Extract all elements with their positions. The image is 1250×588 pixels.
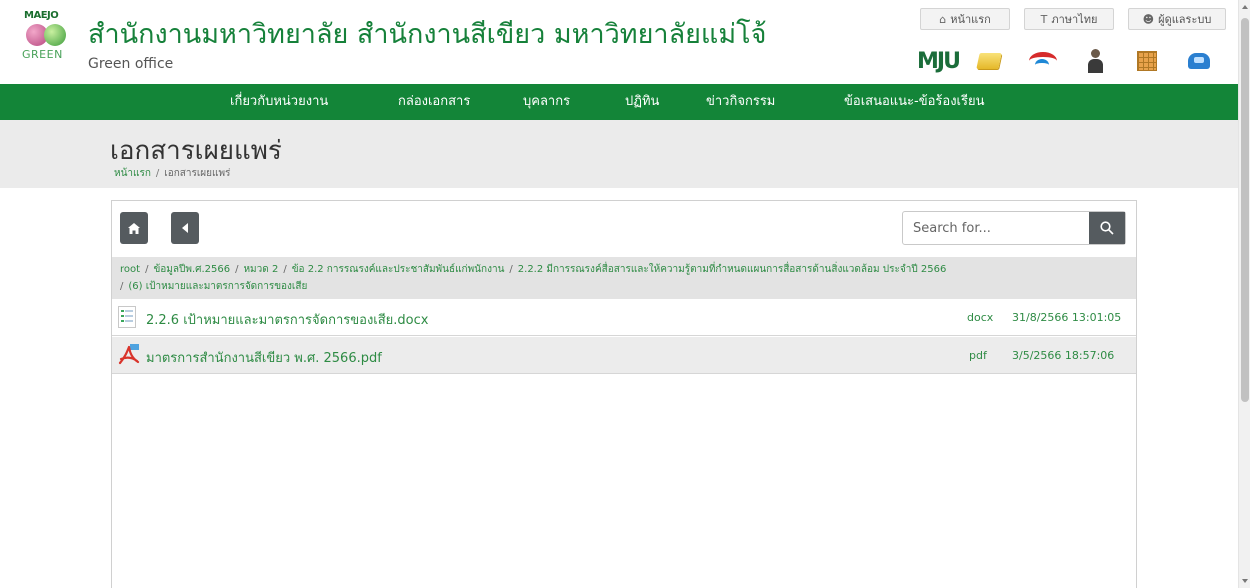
user-outline-icon: ☻ [1142, 12, 1155, 26]
breadcrumb-current: เอกสารเผยแพร่ [164, 168, 231, 179]
file-name[interactable]: 2.2.6 เป้าหมายและมาตรการจัดการของเสีย.do… [146, 309, 428, 330]
root-home-button[interactable] [120, 212, 148, 244]
main-nav: เกี่ยวกับหน่วยงาน กล่องเอกสาร บุคลากร ปฏ… [0, 84, 1238, 120]
admin-button-label: ผู้ดูแลระบบ [1158, 13, 1212, 26]
nav-item-feedback[interactable]: ข้อเสนอแนะ-ข้อร้องเรียน [844, 84, 984, 120]
path-crumb[interactable]: (6) เป้าหมายและมาตรการจัดการของเสีย [128, 281, 307, 292]
search-box [902, 211, 1126, 245]
page-header: เอกสารเผยแพร่ หน้าแรก / เอกสารเผยแพร่ [0, 120, 1238, 188]
page-title: เอกสารเผยแพร่ [110, 136, 282, 166]
path-crumb[interactable]: 2.2.2 มีการรณรงค์สื่อสารและให้ความรู้ตาม… [518, 264, 947, 275]
triangle-left-icon [182, 223, 188, 233]
file-row[interactable]: 2.2.6 เป้าหมายและมาตรการจัดการของเสีย.do… [112, 299, 1136, 336]
file-type: docx [967, 311, 994, 324]
nav-item-about[interactable]: เกี่ยวกับหน่วยงาน [230, 84, 328, 120]
mju-logo-text: MJU [917, 48, 961, 74]
home-button-label: หน้าแรก [950, 13, 991, 26]
logo-text-top: MAEJO [24, 10, 59, 21]
site-subtitle: Green office [88, 56, 174, 72]
text-icon: T [1040, 12, 1048, 26]
language-button-label: ภาษาไทย [1051, 13, 1098, 26]
file-date: 31/8/2566 13:01:05 [1012, 311, 1122, 324]
file-manager-toolbar [112, 201, 1136, 257]
file-manager: root/ข้อมูลปีพ.ศ.2566/หมวด 2/ข้อ 2.2 การ… [111, 200, 1137, 588]
search-button[interactable] [1089, 212, 1125, 244]
docx-icon [118, 306, 136, 328]
quick-icon-bar: MJU [916, 46, 1226, 78]
calendar-icon[interactable] [1132, 46, 1162, 76]
scroll-up-icon[interactable] [1242, 5, 1248, 9]
folder-icon[interactable] [974, 46, 1004, 76]
maejo-green-logo[interactable]: MAEJO GREEN [20, 10, 72, 66]
nav-item-documents[interactable]: กล่องเอกสาร [398, 84, 470, 120]
phone-icon[interactable] [1184, 46, 1214, 76]
nav-item-staff[interactable]: บุคลากร [523, 84, 570, 120]
back-button[interactable] [171, 212, 199, 244]
path-crumb[interactable]: ข้อ 2.2 การรณรงค์และประชาสัมพันธ์แก่พนัก… [292, 264, 505, 275]
scroll-down-icon[interactable] [1242, 579, 1248, 583]
file-name[interactable]: มาตรการสำนักงานสีเขียว พ.ศ. 2566.pdf [146, 347, 382, 368]
nav-item-news[interactable]: ข่าวกิจกรรม [706, 84, 775, 120]
mju-logo-icon[interactable]: MJU [917, 46, 961, 76]
home-icon [128, 222, 140, 234]
pdf-icon [118, 344, 140, 365]
language-button[interactable]: T ภาษาไทย [1024, 8, 1114, 30]
logo-text-bottom: GREEN [22, 48, 63, 61]
site-header: MAEJO GREEN สำนักงานมหาวิทยาลัย สำนักงาน… [0, 0, 1238, 84]
breadcrumb: หน้าแรก / เอกสารเผยแพร่ [114, 168, 231, 179]
file-row[interactable]: มาตรการสำนักงานสีเขียว พ.ศ. 2566.pdf pdf… [112, 337, 1136, 374]
page-scrollbar[interactable] [1238, 0, 1250, 588]
folder-path: root / ข้อมูลปีพ.ศ.2566/หมวด 2/ข้อ 2.2 การ… [112, 257, 1136, 299]
logo-ball-green [44, 24, 66, 46]
file-type: pdf [969, 349, 987, 362]
person-icon[interactable] [1080, 46, 1110, 76]
site-title[interactable]: สำนักงานมหาวิทยาลัย สำนักงานสีเขียว มหาว… [88, 12, 766, 55]
breadcrumb-home[interactable]: หน้าแรก [114, 168, 151, 179]
path-crumb[interactable]: ข้อมูลปีพ.ศ.2566 [153, 264, 230, 275]
scrollbar-thumb[interactable] [1241, 18, 1249, 402]
path-crumb[interactable]: หมวด 2 [243, 264, 278, 275]
home-button[interactable]: ⌂ หน้าแรก [920, 8, 1010, 30]
search-input[interactable] [903, 212, 1089, 244]
search-icon [1100, 221, 1114, 235]
swoosh-icon[interactable] [1028, 46, 1058, 76]
path-crumb[interactable]: root [120, 264, 140, 275]
nav-item-calendar[interactable]: ปฏิทิน [625, 84, 659, 120]
file-date: 3/5/2566 18:57:06 [1012, 349, 1115, 362]
home-outline-icon: ⌂ [939, 12, 947, 26]
admin-button[interactable]: ☻ ผู้ดูแลระบบ [1128, 8, 1226, 30]
